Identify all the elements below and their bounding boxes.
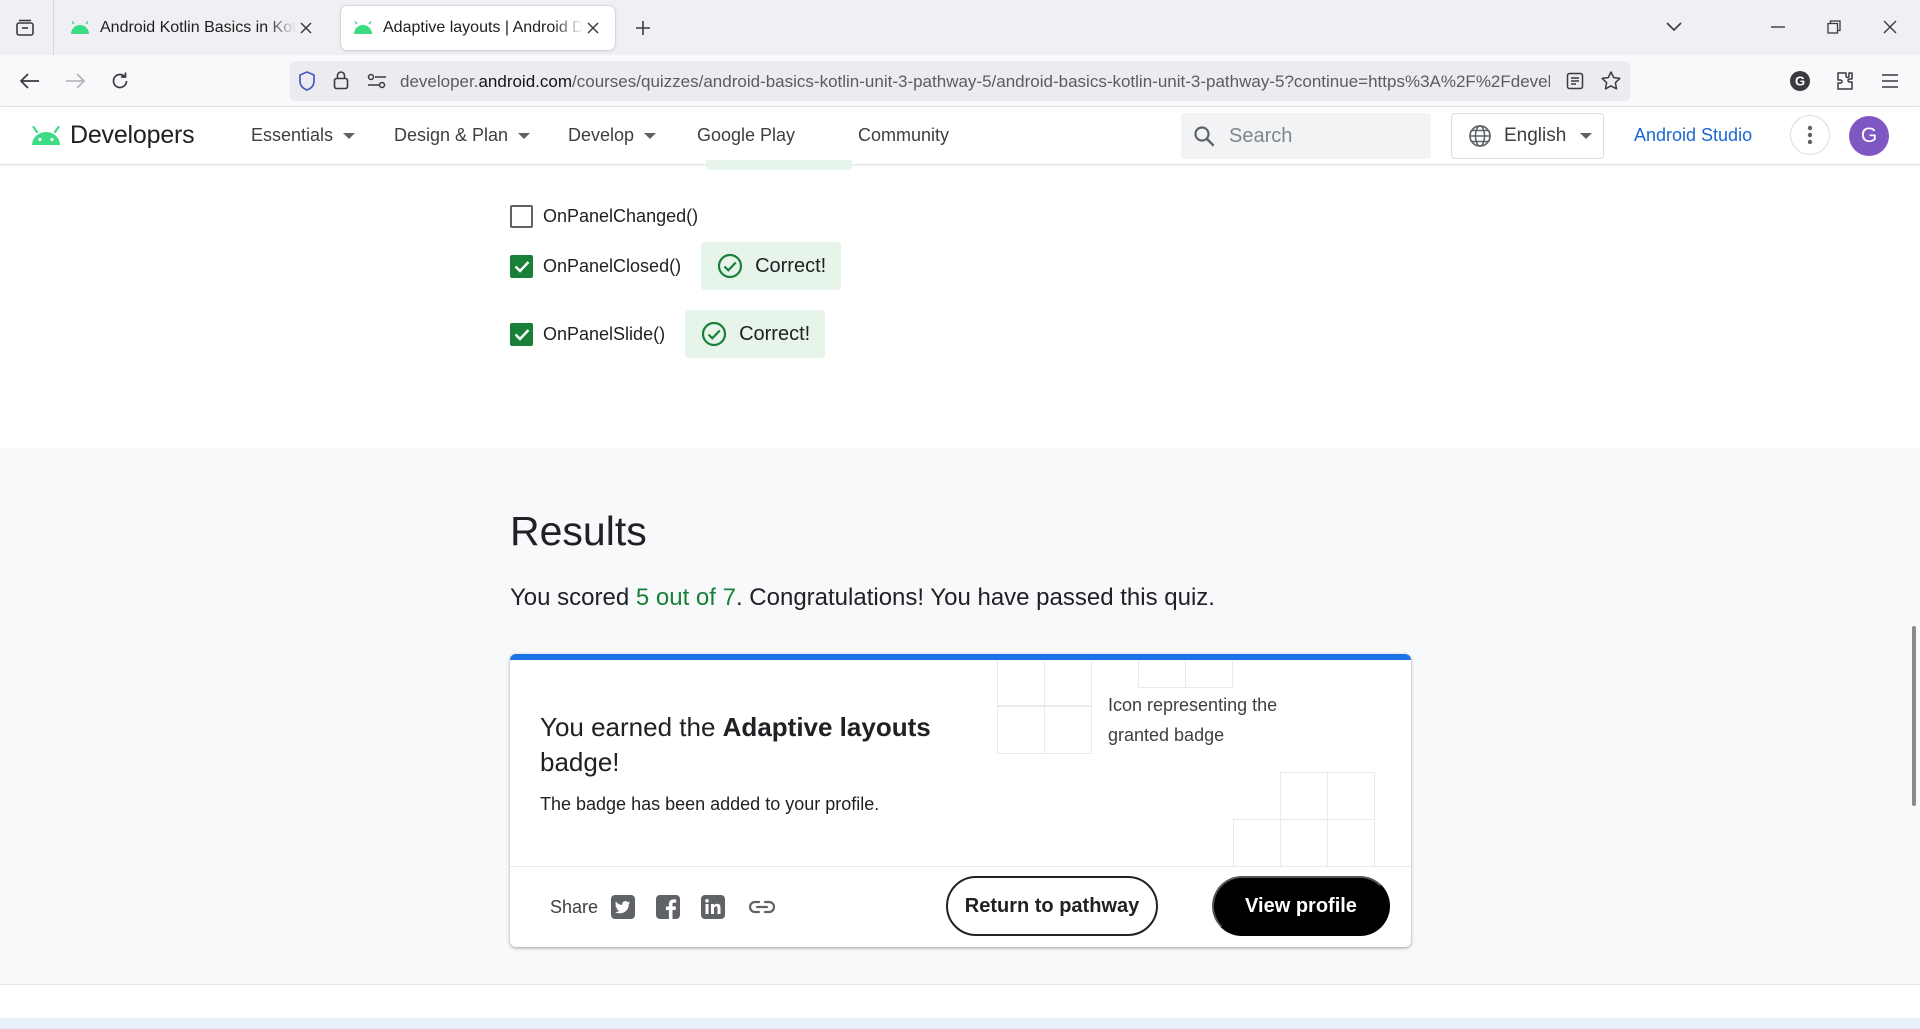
option-label: OnPanelChanged() [543, 206, 699, 226]
minimize-icon[interactable] [1760, 10, 1796, 44]
correct-feedback: Correct! [685, 310, 826, 358]
close-tab-icon[interactable] [583, 18, 603, 38]
url-text[interactable]: developer.android.com/courses/quizzes/an… [400, 72, 1550, 92]
site-header: Developers Essentials Design & Plan Deve… [0, 107, 1920, 165]
android-logo-icon [32, 125, 60, 145]
check-circle-icon [717, 253, 743, 279]
logo-text: Developers [70, 121, 195, 149]
new-tab-icon[interactable] [630, 15, 656, 41]
quiz-option[interactable]: OnPanelChanged() [510, 205, 698, 228]
avatar[interactable]: G [1849, 116, 1889, 156]
extensions-icon[interactable] [1829, 65, 1861, 97]
reload-icon[interactable] [104, 65, 136, 97]
score-text: You scored 5 out of 7. Congratulations! … [510, 584, 1215, 611]
badge-added-text: The badge has been added to your profile… [540, 794, 880, 814]
language-label: English [1504, 125, 1567, 146]
check-icon [514, 260, 529, 273]
tab-separator [53, 0, 54, 55]
footer-strip [0, 1018, 1920, 1029]
tab-title: Adaptive layouts | Android Developers [383, 19, 583, 36]
badge-earned-heading: You earned the Adaptive layouts badge! [540, 712, 931, 777]
previous-feedback-partial [706, 160, 852, 170]
back-icon[interactable] [14, 65, 46, 97]
developers-logo[interactable]: Developers [30, 121, 195, 150]
address-bar[interactable]: developer.android.com/courses/quizzes/an… [290, 61, 1630, 101]
more-options-icon[interactable] [1790, 115, 1830, 155]
nav-essentials[interactable]: Essentials [251, 125, 356, 146]
search-icon [1194, 126, 1215, 147]
list-all-tabs-icon[interactable] [1656, 10, 1692, 44]
copy-link-icon[interactable] [747, 894, 777, 920]
page-scrollbar[interactable] [1912, 626, 1916, 806]
language-select[interactable]: English [1451, 113, 1604, 159]
dropdown-caret-icon [518, 132, 531, 139]
checkbox-checked[interactable] [510, 322, 533, 346]
forward-icon[interactable] [59, 65, 91, 97]
tab-list-icon[interactable] [10, 14, 40, 42]
browser-tab-active[interactable]: Adaptive layouts | Android Developers [341, 6, 615, 50]
reader-view-icon[interactable] [1566, 72, 1584, 95]
close-tab-icon[interactable] [296, 18, 316, 38]
browser-nav-bar: developer.android.com/courses/quizzes/an… [0, 55, 1920, 107]
linkedin-icon[interactable] [700, 894, 726, 920]
site-permissions-icon[interactable] [367, 72, 387, 95]
lock-icon[interactable] [333, 70, 349, 95]
nav-develop[interactable]: Develop [568, 125, 657, 146]
badge-card-footer: Share Return to pathway View profile [510, 866, 1411, 947]
globe-icon [1469, 125, 1491, 147]
badge-card: You earned the Adaptive layouts badge! T… [510, 654, 1411, 947]
android-studio-link[interactable]: Android Studio [1634, 125, 1752, 146]
badge-image-alt-text: Icon representing the granted badge [1108, 695, 1278, 745]
restore-icon[interactable] [1816, 10, 1852, 44]
quiz-option[interactable]: OnPanelClosed() Correct! [510, 242, 842, 290]
option-label: OnPanelSlide() [543, 323, 666, 344]
view-profile-button[interactable]: View profile [1212, 876, 1390, 936]
browser-tab-bar: Android Kotlin Basics in Kotlin Adaptive… [0, 0, 1920, 55]
svg-text:G: G [1795, 74, 1805, 89]
twitter-icon[interactable] [610, 894, 636, 920]
option-label: OnPanelClosed() [543, 255, 682, 276]
correct-feedback: Correct! [701, 242, 842, 290]
dropdown-caret-icon [1580, 133, 1593, 139]
nav-google-play[interactable]: Google Play [697, 125, 795, 146]
tab-title: Android Kotlin Basics in Kotlin [100, 19, 296, 36]
check-circle-icon [701, 321, 727, 347]
badge-name: Adaptive layouts [722, 712, 931, 742]
dropdown-caret-icon [644, 132, 657, 139]
close-window-icon[interactable] [1872, 10, 1908, 44]
android-favicon-icon [354, 21, 372, 34]
grammarly-extension-icon[interactable]: G [1784, 65, 1816, 97]
results-title: Results [510, 508, 647, 554]
bookmark-star-icon[interactable] [1600, 70, 1622, 97]
check-icon [514, 328, 529, 341]
android-favicon-icon [71, 21, 89, 34]
share-label: Share [550, 897, 599, 917]
dropdown-caret-icon [343, 132, 356, 139]
nav-design-plan[interactable]: Design & Plan [394, 125, 531, 146]
quiz-option[interactable]: OnPanelSlide() Correct! [510, 310, 826, 358]
tracking-protection-icon[interactable] [298, 71, 316, 96]
app-menu-icon[interactable] [1874, 65, 1906, 97]
checkbox[interactable] [510, 205, 533, 228]
return-to-pathway-button[interactable]: Return to pathway [946, 876, 1158, 936]
search-placeholder: Search [1229, 124, 1293, 147]
score-value: 5 out of 7 [635, 584, 736, 611]
nav-community[interactable]: Community [858, 125, 949, 146]
browser-tab[interactable]: Android Kotlin Basics in Kotlin [58, 6, 328, 50]
checkbox-checked[interactable] [510, 254, 533, 278]
search-input[interactable]: Search [1181, 113, 1431, 159]
facebook-icon[interactable] [655, 894, 681, 920]
